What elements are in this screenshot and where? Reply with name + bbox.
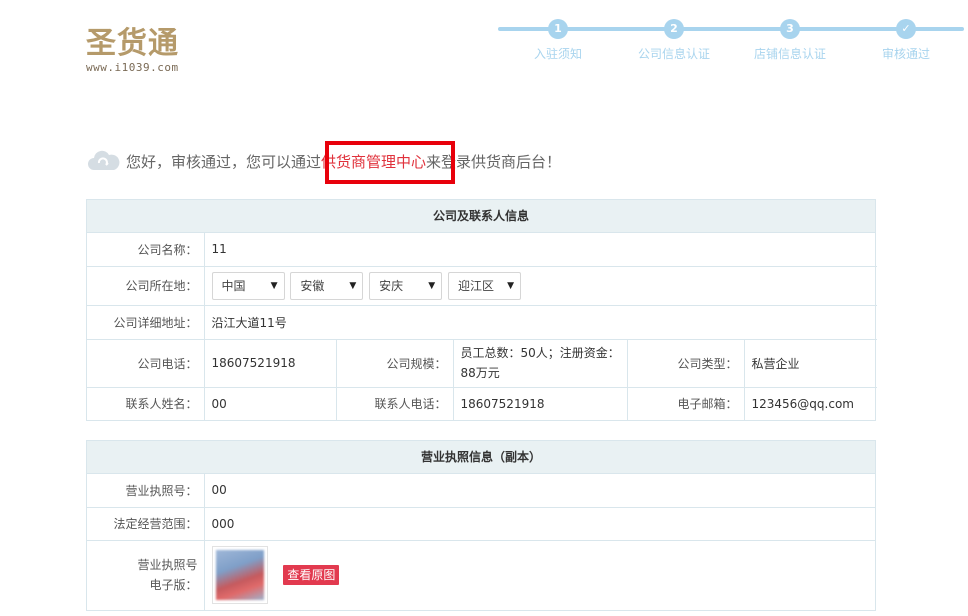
business-license-panel: 营业执照信息（副本） 营业执照号： 00 法定经营范围： 000 营业执照号 电… (86, 440, 876, 611)
company-address-value: 沿江大道11号 (204, 305, 878, 340)
business-scope-label: 法定经营范围： (87, 507, 205, 541)
contact-phone-label: 联系人电话： (336, 387, 454, 420)
table-row: 营业执照号： 00 (87, 474, 875, 508)
company-panel-title: 公司及联系人信息 (87, 200, 875, 233)
chevron-down-icon: ▼ (270, 280, 278, 291)
step-1-circle: 1 (548, 19, 568, 39)
province-select[interactable]: 安徽 ▼ (290, 271, 364, 300)
step-4-label: 审核通过 (881, 47, 930, 61)
contact-name-label: 联系人姓名： (87, 387, 205, 420)
chevron-down-icon: ▼ (428, 280, 436, 291)
company-info-panel: 公司及联系人信息 公司名称： 11 公司所在地： 中国 ▼ 安徽 ▼ 安庆 ▼ 迎江区… (86, 199, 878, 421)
table-row: 营业执照号 电子版： 查看原图 (87, 540, 875, 610)
license-ebook-label-line2: 电子版： (149, 578, 198, 593)
step-3-label: 店铺信息认证 (753, 47, 826, 61)
highlight-box (325, 141, 455, 184)
table-row: 公司所在地： 中国 ▼ 安徽 ▼ 安庆 ▼ 迎江区 ▼ (87, 266, 878, 306)
company-type-label: 公司类型： (627, 339, 745, 388)
license-ebook-label-line1: 营业执照号 (137, 558, 198, 573)
city-value: 安庆 (379, 278, 404, 293)
step-1: 1 入驻须知 (508, 18, 608, 62)
country-select[interactable]: 中国 ▼ (211, 271, 285, 300)
company-type-value: 私营企业 (744, 339, 878, 388)
email-label: 电子邮箱： (627, 387, 745, 420)
step-4-check-icon: ✓ (896, 19, 916, 39)
country-value: 中国 (221, 278, 246, 293)
table-row: 法定经营范围： 000 (87, 507, 875, 541)
step-3: 3 店铺信息认证 (740, 18, 840, 62)
table-row: 公司详细地址： 沿江大道11号 (87, 305, 878, 340)
contact-name-value: 00 (204, 387, 337, 420)
registration-steps: 1 入驻须知 2 公司信息认证 3 店铺信息认证 ✓ 审核通过 (498, 18, 968, 68)
table-row: 公司名称： 11 (87, 233, 878, 267)
company-name-label: 公司名称： (87, 233, 205, 267)
company-scale-value: 员工总数：50人；注册资金：88万元 (453, 339, 628, 388)
table-row: 公司电话： 18607521918 公司规模： 员工总数：50人；注册资金：88… (87, 339, 878, 388)
step-3-circle: 3 (780, 19, 800, 39)
message-prefix: 您好，审核通过，您可以通过 (126, 152, 322, 171)
company-location-selects: 中国 ▼ 安徽 ▼ 安庆 ▼ 迎江区 ▼ (204, 266, 878, 306)
license-image (215, 550, 264, 601)
license-info-table: 营业执照号： 00 法定经营范围： 000 营业执照号 电子版： 查看原图 (87, 474, 875, 610)
logo-name: 圣货通 (86, 26, 179, 61)
company-phone-label: 公司电话： (87, 339, 205, 388)
license-number-label: 营业执照号： (87, 474, 205, 508)
view-original-button[interactable]: 查看原图 (283, 565, 340, 586)
business-scope-value: 000 (204, 507, 875, 541)
district-value: 迎江区 (457, 278, 494, 293)
table-row: 联系人姓名： 00 联系人电话： 18607521918 电子邮箱： 12345… (87, 387, 877, 420)
chevron-down-icon: ▼ (349, 280, 357, 291)
city-select[interactable]: 安庆 ▼ (369, 271, 443, 300)
license-ebook-label: 营业执照号 电子版： (87, 540, 205, 610)
contact-phone-value: 18607521918 (453, 387, 628, 420)
logo-url: www.i1039.com (86, 61, 179, 74)
company-name-value: 11 (204, 233, 878, 267)
cloud-icon (86, 148, 120, 174)
company-scale-label: 公司规模： (336, 339, 454, 388)
chevron-down-icon: ▼ (507, 280, 514, 291)
step-4: ✓ 审核通过 (856, 18, 956, 62)
license-thumbnail[interactable] (211, 546, 268, 605)
district-select[interactable]: 迎江区 ▼ (447, 271, 521, 300)
step-2: 2 公司信息认证 (624, 18, 724, 62)
step-2-circle: 2 (664, 19, 684, 39)
license-panel-title: 营业执照信息（副本） (87, 441, 875, 474)
company-phone-value: 18607521918 (204, 339, 337, 388)
license-ebook-cell: 查看原图 (204, 540, 875, 610)
email-value: 123456@qq.com (751, 396, 855, 411)
company-address-label: 公司详细地址： (87, 305, 205, 340)
license-number-value: 00 (204, 474, 875, 508)
step-1-label: 入驻须知 (533, 47, 582, 61)
province-value: 安徽 (300, 278, 325, 293)
step-2-label: 公司信息认证 (637, 47, 710, 61)
site-logo[interactable]: 圣货通 www.i1039.com (86, 26, 196, 76)
company-info-table: 公司名称： 11 公司所在地： 中国 ▼ 安徽 ▼ 安庆 ▼ 迎江区 ▼ 公司详细地址：… (87, 233, 878, 420)
approval-message: 您好，审核通过，您可以通过供货商管理中心来登录供货商后台！ (86, 146, 561, 176)
company-location-label: 公司所在地： (87, 266, 205, 306)
